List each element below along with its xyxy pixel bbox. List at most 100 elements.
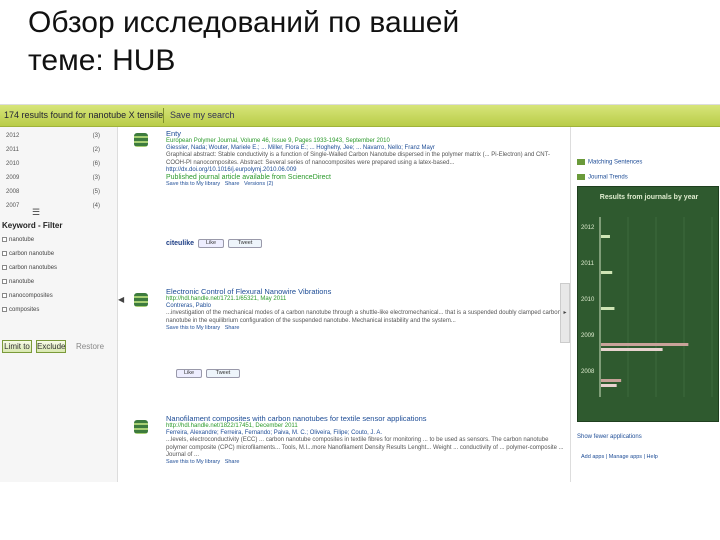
share-link[interactable]: Share <box>225 325 240 331</box>
filter-sidebar: 2012 (3) 2011 (2) 2010 (6) 2009 (3) 2008 (5) … <box>0 127 118 482</box>
result-actions: Save this to My library Share <box>166 325 566 332</box>
slide-title: Обзор исследований по вашей теме: HUB <box>28 4 708 80</box>
year-tick-label: 2010 <box>581 297 595 303</box>
year-bar <box>601 379 622 382</box>
keyword-option[interactable]: carbon nanotube <box>2 251 54 261</box>
result-title[interactable]: Nanofilament composites with carbon nano… <box>166 414 566 423</box>
year-filter-row[interactable]: 2007 (4) <box>6 203 106 213</box>
collapse-panel-toggle[interactable]: ▸ <box>560 283 570 343</box>
keyword-label: nanotube <box>9 279 35 286</box>
result-snippet: Graphical abstract: Stable conductivity … <box>166 152 550 166</box>
tweet-button[interactable]: Tweet <box>206 369 240 378</box>
result-title[interactable]: Electronic Control of Flexural Nanowire … <box>166 287 566 296</box>
like-button[interactable]: Like <box>176 369 202 378</box>
result-doi-link[interactable]: http://dx.doi.org/10.1016/j.eurpolymj.20… <box>166 167 566 174</box>
apps-sidebar: Matching Sentences Journal Trends Result… <box>570 127 720 482</box>
result-actions: Save this to My library Share <box>166 459 566 466</box>
result-authors[interactable]: Giessler, Nada; Wouter, Mariele E.; ... … <box>166 145 566 152</box>
result-source: http://hdl.handle.net/1822/17451, Decemb… <box>166 423 298 429</box>
year-filter-row[interactable]: 2010 (6) <box>6 161 106 171</box>
year-count: (3) <box>92 133 100 139</box>
save-to-library-link[interactable]: Save this to My library <box>166 181 220 187</box>
citeulike-button[interactable]: citeulike <box>166 240 194 247</box>
year-filter-row[interactable]: 2009 (3) <box>6 175 106 185</box>
show-fewer-apps-link[interactable]: Show fewer applications <box>577 434 642 440</box>
slide-title-line-2: теме: HUB <box>28 44 176 77</box>
keyword-label: composites <box>9 307 40 314</box>
results-header-bar: 174 results found for nanotube X tensile… <box>0 105 720 127</box>
year-filter-row[interactable]: 2008 (5) <box>6 189 106 199</box>
keyword-filter-title: Keyword - Filter <box>2 221 63 230</box>
show-fewer-label: Show fewer applications <box>577 434 642 440</box>
share-link[interactable]: Share <box>225 459 240 465</box>
checkbox[interactable] <box>2 265 7 270</box>
exclude-button[interactable]: Exclude <box>36 340 66 353</box>
versions-link[interactable]: Versions (2) <box>244 181 273 187</box>
apps-footer-links[interactable]: Add apps | Manage apps | Help <box>581 454 658 460</box>
year-filter-row[interactable]: 2012 (3) <box>6 133 106 143</box>
result-title[interactable]: Enty <box>166 129 566 138</box>
year-label: 2010 <box>6 161 20 167</box>
save-search-link[interactable]: Save my search <box>170 110 235 120</box>
keyword-option[interactable]: nanotube <box>2 279 34 289</box>
filter-list-icon[interactable]: ☰ <box>32 207 40 218</box>
slide-title-line-1: Обзор исследований по вашей <box>28 6 460 39</box>
keyword-label: carbon nanotubes <box>9 265 58 272</box>
result-body: Enty European Polymer Journal, Volume 46… <box>166 129 566 188</box>
restore-link[interactable]: Restore <box>76 342 104 351</box>
year-tick-label: 2011 <box>581 261 595 267</box>
year-filter-row[interactable]: 2011 (2) <box>6 147 106 157</box>
year-count: (6) <box>92 161 100 167</box>
keyword-option[interactable]: nanocomposites <box>2 293 53 303</box>
keyword-option[interactable]: composites <box>2 307 39 317</box>
year-label: 2009 <box>6 175 20 181</box>
save-to-library-link[interactable]: Save this to My library <box>166 325 220 331</box>
result-actions: Save this to My library Share Versions (… <box>166 181 566 188</box>
checkbox[interactable] <box>2 237 7 242</box>
year-label: 2011 <box>6 147 19 153</box>
document-icon <box>134 133 148 147</box>
checkbox[interactable] <box>2 293 7 298</box>
result-body: Nanofilament composites with carbon nano… <box>166 414 566 466</box>
document-icon <box>134 293 148 307</box>
like-button[interactable]: Like <box>198 239 225 248</box>
year-count: (3) <box>92 175 100 181</box>
document-icon <box>134 420 148 434</box>
result-snippet: ...levels, electroconductivity (ECC) ...… <box>166 437 564 458</box>
limit-to-button[interactable]: Limit to <box>2 340 32 353</box>
year-bar <box>601 348 663 351</box>
result-snippet: ...investigation of the mechanical modes… <box>166 310 561 324</box>
app-icon <box>577 159 585 165</box>
result-authors[interactable]: Ferreira, Alexandre; Ferreira, Fernando;… <box>166 430 566 437</box>
screenshot: 174 results found for nanotube X tensile… <box>0 104 720 482</box>
year-bar <box>601 307 615 310</box>
checkbox[interactable] <box>2 307 7 312</box>
year-bar <box>601 384 617 387</box>
journal-trends-link[interactable]: Journal Trends <box>577 174 628 181</box>
matching-sentences-label: Matching Sentences <box>588 159 643 166</box>
results-count-query: 174 results found for nanotube X tensile <box>4 110 164 120</box>
save-to-library-link[interactable]: Save this to My library <box>166 459 220 465</box>
year-label: 2012 <box>6 133 20 139</box>
app-icon <box>577 174 585 180</box>
tweet-button[interactable]: Tweet <box>228 239 263 248</box>
share-link[interactable]: Share <box>225 181 240 187</box>
results-list: Enty European Polymer Journal, Volume 46… <box>122 127 567 482</box>
slide: Обзор исследований по вашей теме: HUB 17… <box>0 0 720 540</box>
keyword-label: nanotube <box>9 237 35 244</box>
keyword-option[interactable]: carbon nanotubes <box>2 265 57 275</box>
checkbox[interactable] <box>2 251 7 256</box>
header-divider <box>163 108 164 123</box>
keyword-label: nanocomposites <box>9 293 53 300</box>
year-bar <box>601 343 689 346</box>
year-count: (2) <box>92 147 100 153</box>
result-authors[interactable]: Contreras, Pablo <box>166 303 566 310</box>
result-source: http://hdl.handle.net/1721.1/65321, May … <box>166 296 287 302</box>
published-source[interactable]: Published journal article available from… <box>166 174 566 181</box>
result-source: European Polymer Journal, Volume 46, Iss… <box>166 138 390 144</box>
matching-sentences-link[interactable]: Matching Sentences <box>577 159 642 166</box>
keyword-label: carbon nanotube <box>9 251 55 258</box>
year-count: (5) <box>92 189 100 195</box>
checkbox[interactable] <box>2 279 7 284</box>
keyword-option[interactable]: nanotube <box>2 237 34 247</box>
